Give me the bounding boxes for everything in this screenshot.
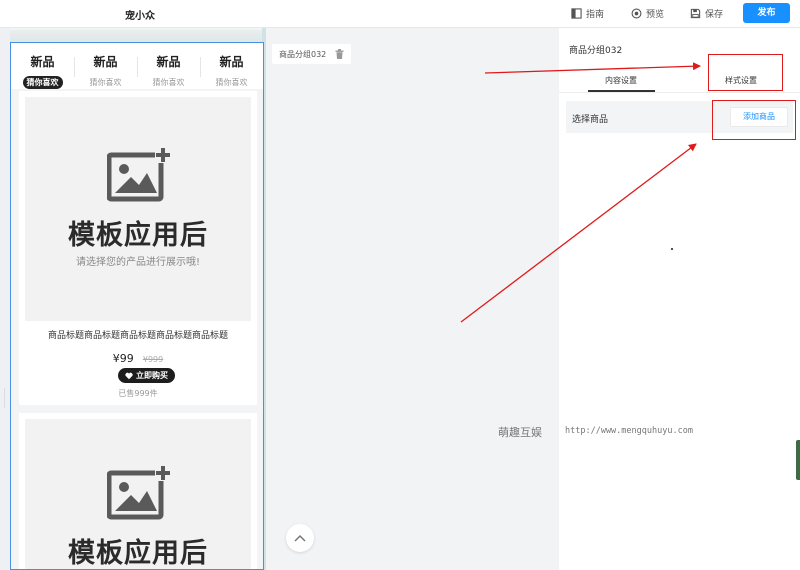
save-icon xyxy=(690,8,701,19)
product-title: 商品标题商品标题商品标题商品标题商品标题 xyxy=(47,331,228,341)
tab-subtitle: 猜你喜欢 xyxy=(22,76,63,89)
buy-now-label: 立即购买 xyxy=(136,371,168,380)
product-price: ¥99 xyxy=(112,352,134,365)
panel-divider xyxy=(559,92,800,93)
guide-button[interactable]: 指南 xyxy=(571,7,604,20)
select-product-label: 选择商品 xyxy=(572,115,609,125)
category-tab-4[interactable]: 新品 猜你喜欢 xyxy=(200,43,263,89)
annotation-box-style-tab xyxy=(708,54,783,91)
watermark-url: http://www.mengquhuyu.com xyxy=(565,426,693,436)
guide-label: 指南 xyxy=(586,10,605,20)
product-image-placeholder: 模板应用后 xyxy=(25,419,251,569)
component-tag-label: 商品分组032 xyxy=(279,49,327,59)
preview-button[interactable]: 预览 xyxy=(631,7,664,20)
price-row: ¥99 ¥999 xyxy=(19,347,257,366)
save-label: 保存 xyxy=(705,10,724,20)
left-gutter xyxy=(0,28,10,570)
phone-header-strip xyxy=(10,30,264,42)
tab-title: 新品 xyxy=(93,55,118,69)
image-add-icon xyxy=(107,147,171,202)
eye-icon xyxy=(631,8,642,19)
product-card[interactable]: 模板应用后 xyxy=(19,413,257,569)
phone-preview[interactable]: 新品 猜你喜欢 新品 猜你喜欢 新品 猜你喜欢 新品 猜你喜欢 模板应用后 请选… xyxy=(10,42,264,570)
trash-icon[interactable] xyxy=(335,49,344,59)
category-tab-3[interactable]: 新品 猜你喜欢 xyxy=(137,43,200,89)
placeholder-title: 模板应用后 xyxy=(68,538,208,569)
tab-subtitle: 猜你喜欢 xyxy=(89,78,122,87)
tab-title: 新品 xyxy=(219,55,244,69)
tab-title: 新品 xyxy=(156,55,181,69)
annotation-box-add-button xyxy=(712,100,796,140)
tab-subtitle: 猜你喜欢 xyxy=(152,78,185,87)
panel-title: 商品分组032 xyxy=(569,46,623,56)
buy-now-button[interactable]: 立即购买 xyxy=(118,368,175,383)
image-add-icon xyxy=(107,465,171,520)
scroll-top-button[interactable] xyxy=(286,524,314,552)
publish-button[interactable]: 发布 xyxy=(743,3,790,23)
placeholder-title: 模板应用后 xyxy=(68,220,208,251)
sold-count: 已售999件 xyxy=(118,389,158,398)
tab-title: 新品 xyxy=(30,55,55,69)
tab-subtitle: 猜你喜欢 xyxy=(215,78,248,87)
product-original-price: ¥999 xyxy=(142,355,164,364)
product-card[interactable]: 模板应用后 请选择您的产品进行展示哦! 商品标题商品标题商品标题商品标题商品标题… xyxy=(19,91,257,405)
gutter-divider xyxy=(4,388,5,408)
app-logo[interactable]: 宠小众 xyxy=(125,7,155,22)
heart-icon xyxy=(125,372,133,379)
chevron-up-icon xyxy=(294,534,306,542)
component-tag[interactable]: 商品分组032 xyxy=(272,44,351,64)
save-button[interactable]: 保存 xyxy=(690,7,723,20)
top-bar: 宠小众 指南 预览 保存 发布 xyxy=(0,0,800,28)
category-tabs: 新品 猜你喜欢 新品 猜你喜欢 新品 猜你喜欢 新品 猜你喜欢 xyxy=(11,43,263,89)
product-image-placeholder: 模板应用后 请选择您的产品进行展示哦! xyxy=(25,97,251,321)
book-icon xyxy=(571,8,582,19)
side-feedback-tab[interactable] xyxy=(796,440,800,480)
tab-content-settings[interactable]: 内容设置 xyxy=(605,75,637,86)
watermark-name: 萌趣互娱 xyxy=(498,426,542,439)
stray-dot xyxy=(671,248,673,250)
preview-label: 预览 xyxy=(646,10,665,20)
category-tab-1[interactable]: 新品 猜你喜欢 xyxy=(11,43,74,89)
category-tab-2[interactable]: 新品 猜你喜欢 xyxy=(74,43,137,89)
placeholder-subtitle: 请选择您的产品进行展示哦! xyxy=(75,257,200,268)
